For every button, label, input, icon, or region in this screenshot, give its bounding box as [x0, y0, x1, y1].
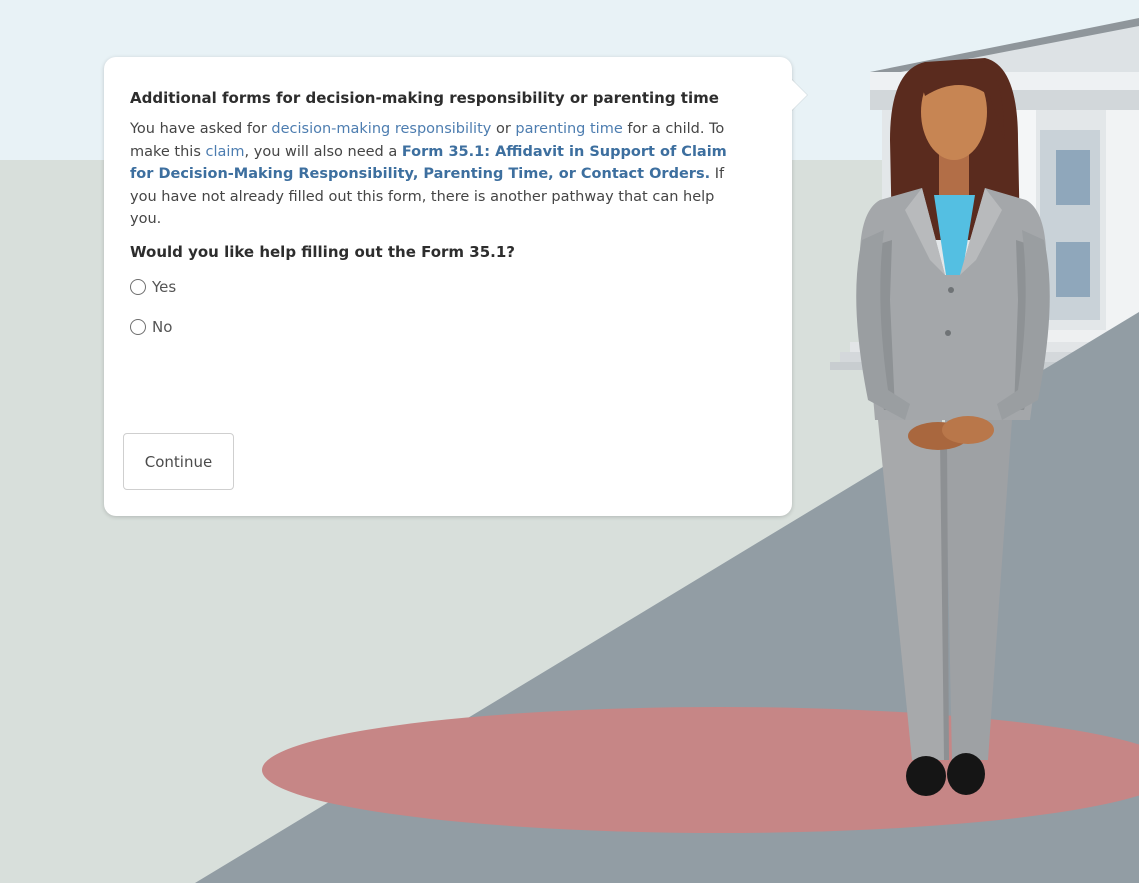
- claim-link[interactable]: claim: [206, 144, 245, 160]
- no-radio[interactable]: [130, 318, 146, 335]
- dialog-title: Additional forms for decision-making res…: [130, 89, 719, 107]
- scenario-scene: Additional forms for decision-making res…: [0, 0, 1139, 883]
- option-yes[interactable]: Yes: [130, 275, 766, 299]
- yes-radio[interactable]: [130, 278, 146, 295]
- body-text-need: , you will also need a: [244, 143, 402, 160]
- question-dialog: Additional forms for decision-making res…: [104, 57, 807, 516]
- question-label: Would you like help filling out the Form…: [130, 242, 515, 261]
- yes-label: Yes: [152, 277, 177, 296]
- body-text-or: or: [491, 121, 516, 137]
- dialog-pointer: [791, 79, 807, 111]
- option-no[interactable]: No: [130, 315, 766, 339]
- body-text-intro: You have asked for: [130, 121, 272, 137]
- parenting-time-link[interactable]: parenting time: [515, 121, 622, 137]
- decision-making-responsibility-link[interactable]: decision-making responsibility: [271, 121, 491, 137]
- continue-button[interactable]: Continue: [123, 433, 234, 490]
- dialog-body: You have asked for decision-making respo…: [130, 118, 740, 231]
- spotlight: [262, 707, 1139, 833]
- answer-options: Yes No: [130, 275, 766, 339]
- no-label: No: [152, 317, 173, 336]
